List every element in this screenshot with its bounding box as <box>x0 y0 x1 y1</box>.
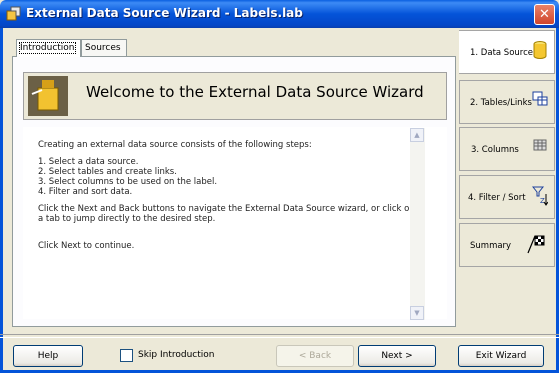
scroll-down-icon[interactable]: ▼ <box>410 306 424 320</box>
step-filter-sort[interactable]: 4. Filter / Sort Z <box>459 175 555 219</box>
step-data-source-label: 1. Data Source <box>470 48 534 58</box>
intro-spacer <box>38 150 418 157</box>
step-summary[interactable]: Summary <box>459 223 555 267</box>
step-data-source[interactable]: 1. Data Source <box>459 30 555 74</box>
intro-line: Click the Next and Back buttons to navig… <box>38 204 415 224</box>
intro-line: 1. Select a data source. <box>38 157 139 167</box>
footer-separator <box>0 334 559 338</box>
step-columns[interactable]: 3. Columns <box>459 127 555 171</box>
filter-sort-icon: Z <box>531 186 549 206</box>
columns-icon <box>532 138 548 156</box>
app-icon <box>6 6 21 21</box>
introduction-panel: Welcome to the External Data Source Wiza… <box>12 56 456 327</box>
intro-text-box: Creating an external data source consist… <box>23 127 447 320</box>
window-title: External Data Source Wizard - Labels.lab <box>26 6 303 20</box>
intro-line: 3. Select columns to be used on the labe… <box>38 177 218 187</box>
close-button[interactable]: ✕ <box>534 4 555 25</box>
exit-wizard-button[interactable]: Exit Wizard <box>458 345 544 367</box>
tables-icon <box>532 91 548 109</box>
title-bar: External Data Source Wizard - Labels.lab… <box>0 0 559 28</box>
intro-line: 2. Select tables and create links. <box>38 167 177 177</box>
intro-spacer <box>38 197 418 204</box>
back-button[interactable]: < Back <box>276 345 354 367</box>
tab-sources[interactable]: Sources <box>81 39 127 56</box>
step-columns-label: 3. Columns <box>471 145 519 155</box>
skip-introduction-label: Skip Introduction <box>138 350 215 360</box>
intro-line: Click Next to continue. <box>38 241 135 251</box>
step-tables-links-label: 2. Tables/Links <box>470 98 532 108</box>
wizard-steps: 1. Data Source 2. Tables/Links 3. Column… <box>459 30 555 325</box>
intro-text: Creating an external data source consist… <box>38 140 418 251</box>
tab-sources-label: Sources <box>85 43 121 53</box>
svg-text:Z: Z <box>540 197 545 205</box>
step-summary-label: Summary <box>470 241 512 251</box>
wizard-icon <box>28 76 68 116</box>
skip-introduction-checkbox[interactable] <box>120 349 133 362</box>
checkered-flag-icon <box>526 234 546 254</box>
intro-line: 4. Filter and sort data. <box>38 187 133 197</box>
tab-introduction[interactable]: Introduction <box>16 39 81 57</box>
next-button[interactable]: Next > <box>358 345 436 367</box>
intro-line: Creating an external data source consist… <box>38 140 312 150</box>
intro-spacer <box>38 224 418 241</box>
welcome-banner: Welcome to the External Data Source Wiza… <box>23 72 447 120</box>
welcome-title: Welcome to the External Data Source Wiza… <box>86 83 424 101</box>
step-tables-links[interactable]: 2. Tables/Links <box>459 80 555 124</box>
database-icon <box>532 41 548 59</box>
scrollbar[interactable]: ▲ ▼ <box>410 128 425 320</box>
tab-introduction-label: Introduction <box>19 42 76 54</box>
step-filter-sort-label: 4. Filter / Sort <box>468 193 526 203</box>
help-button[interactable]: Help <box>13 345 83 367</box>
scroll-up-icon[interactable]: ▲ <box>410 128 424 142</box>
